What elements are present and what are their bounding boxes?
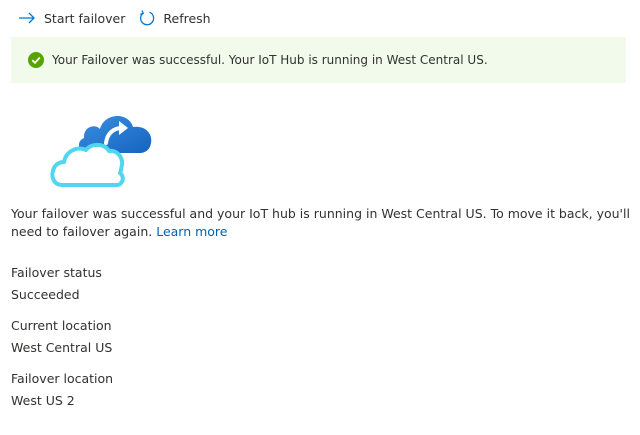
arrow-right-icon	[18, 11, 36, 25]
banner-message: Your Failover was successful. Your IoT H…	[52, 53, 488, 67]
failover-location-field: Failover location West US 2	[11, 370, 113, 410]
current-location-value: West Central US	[11, 340, 113, 355]
refresh-icon	[139, 9, 155, 27]
success-check-icon	[28, 52, 44, 68]
failover-location-value: West US 2	[11, 393, 75, 408]
start-failover-label: Start failover	[44, 10, 126, 26]
failover-status-field: Failover status Succeeded	[11, 264, 102, 304]
failover-status-value: Succeeded	[11, 287, 80, 302]
description-text: Your failover was successful and your Io…	[11, 206, 630, 239]
success-banner: Your Failover was successful. Your IoT H…	[11, 37, 626, 83]
failover-description: Your failover was successful and your Io…	[11, 205, 631, 241]
command-bar: Start failover Refresh	[18, 6, 225, 30]
refresh-button[interactable]: Refresh	[139, 9, 211, 27]
current-location-label: Current location	[11, 318, 112, 333]
failover-clouds-illustration	[50, 101, 154, 189]
failover-status-label: Failover status	[11, 265, 102, 280]
start-failover-button[interactable]: Start failover	[18, 11, 125, 26]
current-location-field: Current location West Central US	[11, 317, 112, 357]
learn-more-link[interactable]: Learn more	[156, 224, 227, 239]
failover-location-label: Failover location	[11, 371, 114, 386]
refresh-label: Refresh	[163, 10, 211, 26]
